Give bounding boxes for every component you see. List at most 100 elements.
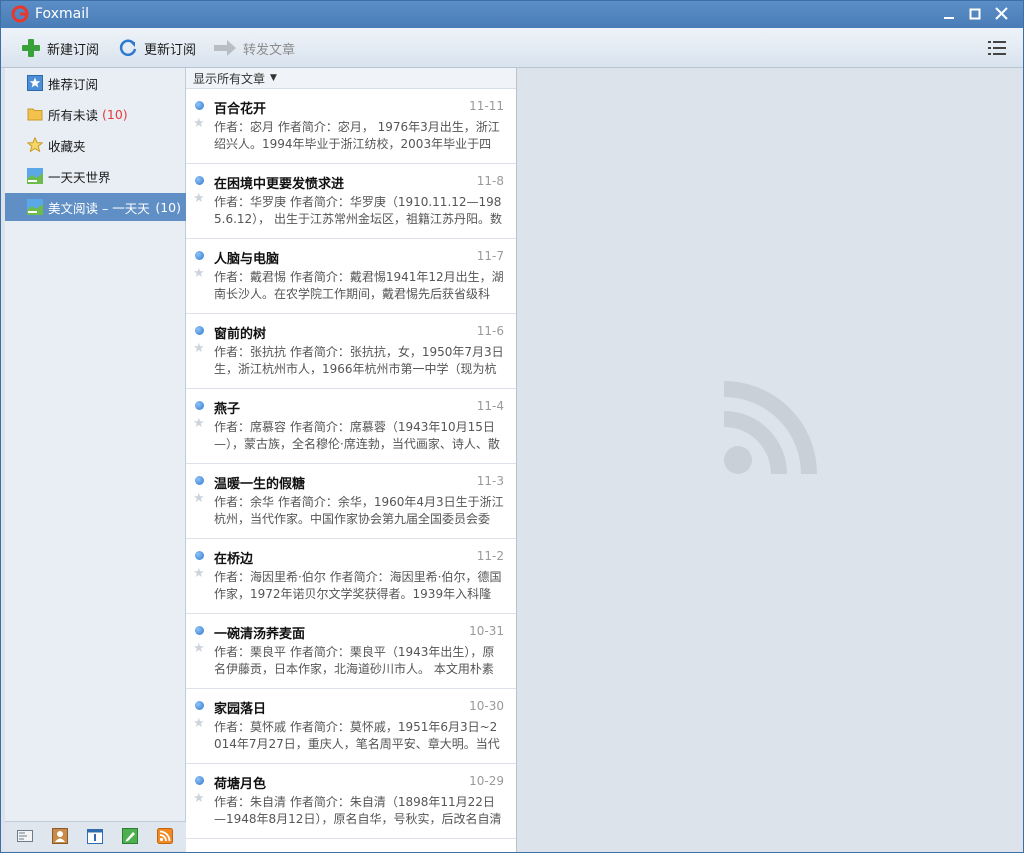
chevron-down-icon: ▼ (270, 73, 277, 83)
minimize-icon (944, 17, 954, 19)
minimize-button[interactable] (938, 5, 960, 25)
list-item[interactable]: ★ 在桥边 11-2 作者：海因里希·伯尔 作者简介：海因里希·伯尔，德国作家，… (186, 539, 516, 614)
list-item[interactable]: ★ 家园落日 10-30 作者：莫怀戚 作者简介：莫怀戚，1951年6月3日~2… (186, 689, 516, 764)
refresh-subscription-label: 更新订阅 (144, 42, 197, 58)
article-summary: 作者：席慕容 作者简介：席慕蓉（1943年10月15日—），蒙古族，全名穆伦·席… (214, 420, 500, 451)
close-button[interactable] (990, 5, 1012, 25)
sidebar-item-favorites[interactable]: 收藏夹 (5, 131, 186, 159)
article-filter-label: 显示所有文章 (193, 71, 266, 86)
calendar-icon[interactable] (87, 828, 103, 844)
new-subscription-label: 新建订阅 (47, 42, 100, 58)
sidebar-item-label: 收藏夹 (48, 138, 86, 154)
favorite-star-icon[interactable]: ★ (193, 716, 205, 731)
article-title: 燕子 (214, 402, 241, 417)
article-summary: 作者：海因里希·伯尔 作者简介：海因里希·伯尔，德国作家，1972年诺贝尔文学奖… (214, 570, 502, 601)
toolbar: 新建订阅 更新订阅 转发文章 (1, 28, 1023, 68)
sidebar-item-all-unread[interactable]: 所有未读 (10) (5, 100, 186, 128)
sidebar-item-label: 一天天世界 (48, 169, 111, 185)
close-icon (994, 7, 1008, 20)
sidebar-item-label: 美文阅读 – 一天天 (48, 200, 150, 216)
mail-icon[interactable] (17, 828, 33, 844)
article-filter-dropdown[interactable]: 显示所有文章 ▼ (186, 68, 516, 89)
feed-thumbnail-icon (27, 168, 43, 184)
article-summary: 作者：戴君惕 作者简介：戴君惕1941年12月出生，湖南长沙人。在农学院工作期间… (214, 270, 504, 301)
favorite-star-icon[interactable]: ★ (193, 416, 205, 431)
list-item[interactable]: ★ 窗前的树 11-6 作者：张抗抗 作者简介：张抗抗，女，1950年7月3日生… (186, 314, 516, 389)
sidebar-item-label: 所有未读 (48, 107, 99, 123)
unread-dot-icon (195, 701, 204, 710)
favorite-star-icon[interactable]: ★ (193, 341, 205, 356)
article-date: 11-2 (476, 549, 504, 563)
article-preview-pane (518, 68, 1023, 852)
recommended-star-icon (27, 75, 43, 91)
unread-dot-icon (195, 551, 204, 560)
favorite-star-icon[interactable]: ★ (193, 266, 205, 281)
article-date: 11-7 (476, 249, 504, 263)
foxmail-logo-icon (11, 5, 29, 23)
unread-dot-icon (195, 176, 204, 185)
article-title: 温暖一生的假糖 (214, 477, 306, 492)
folder-icon (27, 108, 43, 121)
list-item[interactable]: ★ 在困境中更要发愤求进 11-8 作者：华罗庚 作者简介：华罗庚（1910.1… (186, 164, 516, 239)
unread-dot-icon (195, 101, 204, 110)
maximize-button[interactable] (964, 5, 986, 25)
feed-thumbnail-icon (27, 199, 43, 215)
menu-list-icon[interactable] (988, 40, 1006, 56)
rss-feed-icon[interactable] (157, 828, 173, 844)
refresh-icon (119, 39, 137, 56)
notes-icon[interactable] (122, 828, 138, 844)
title-bar: Foxmail (1, 1, 1023, 28)
maximize-icon (969, 8, 981, 20)
sidebar-item-recommended[interactable]: 推荐订阅 (5, 69, 186, 97)
favorite-star-icon[interactable]: ★ (193, 191, 205, 206)
article-summary: 作者：莫怀戚 作者简介：莫怀戚，1951年6月3日~2014年7月27日，重庆人… (214, 720, 500, 751)
refresh-subscription-button[interactable]: 更新订阅 (118, 36, 196, 60)
article-list: 显示所有文章 ▼ ★ 百合花开 11-11 作者：宓月 作者简介：宓月， 197… (186, 68, 517, 852)
list-item[interactable]: ★ 燕子 11-4 作者：席慕容 作者简介：席慕蓉（1943年10月15日—），… (186, 389, 516, 464)
article-date: 10-29 (469, 774, 504, 788)
article-date: 11-4 (476, 399, 504, 413)
sidebar-item-yitiantian-world[interactable]: 一天天世界 (5, 162, 186, 190)
unread-dot-icon (195, 326, 204, 335)
article-title: 窗前的树 (214, 327, 267, 342)
list-item[interactable]: ★ 荷塘月色 10-29 作者：朱自清 作者简介：朱自清（1898年11月22日… (186, 764, 516, 839)
article-title: 人脑与电脑 (214, 252, 280, 267)
new-subscription-button[interactable]: 新建订阅 (21, 36, 99, 60)
window-title: Foxmail (35, 6, 89, 22)
unread-dot-icon (195, 401, 204, 410)
favorite-star-icon[interactable]: ★ (193, 116, 205, 131)
favorite-star-icon[interactable]: ★ (193, 566, 205, 581)
rss-watermark-icon (723, 381, 817, 475)
unread-dot-icon (195, 251, 204, 260)
subscription-sidebar: 推荐订阅 所有未读 (10) 收藏夹 一天天世界 美文阅读 – 一天天 (10) (5, 68, 186, 821)
unread-dot-icon (195, 476, 204, 485)
article-date: 11-11 (469, 99, 504, 113)
article-title: 在困境中更要发愤求进 (214, 177, 345, 192)
star-icon (27, 137, 43, 153)
article-summary: 作者：张抗抗 作者简介：张抗抗，女，1950年7月3日生，浙江杭州市人，1966… (214, 345, 504, 376)
sidebar-item-meiwen-reading[interactable]: 美文阅读 – 一天天 (10) (5, 193, 186, 221)
forward-article-button[interactable]: 转发文章 (213, 36, 295, 60)
contacts-icon[interactable] (52, 828, 68, 844)
article-date: 11-6 (476, 324, 504, 338)
favorite-star-icon[interactable]: ★ (193, 791, 205, 806)
list-item[interactable]: ★ 百合花开 11-11 作者：宓月 作者简介：宓月， 1976年3月出生，浙江… (186, 89, 516, 164)
list-item[interactable]: ★ 人脑与电脑 11-7 作者：戴君惕 作者简介：戴君惕1941年12月出生，湖… (186, 239, 516, 314)
plus-icon (22, 39, 40, 57)
unread-count-badge: (10) (102, 106, 128, 122)
forward-arrow-icon (214, 40, 236, 56)
unread-dot-icon (195, 776, 204, 785)
article-summary: 作者：宓月 作者简介：宓月， 1976年3月出生，浙江绍兴人。1994年毕业于浙… (214, 120, 500, 151)
favorite-star-icon[interactable]: ★ (193, 491, 205, 506)
article-summary: 作者：华罗庚 作者简介：华罗庚（1910.11.12—1985.6.12）， 出… (214, 195, 502, 226)
article-title: 荷塘月色 (214, 777, 267, 792)
article-summary: 作者：余华 作者简介：余华，1960年4月3日生于浙江杭州，当代作家。中国作家协… (214, 495, 504, 526)
list-item[interactable]: ★ 一碗清汤荞麦面 10-31 作者：栗良平 作者简介：栗良平（1943年出生）… (186, 614, 516, 689)
list-item[interactable]: ★ 温暖一生的假糖 11-3 作者：余华 作者简介：余华，1960年4月3日生于… (186, 464, 516, 539)
article-date: 10-31 (469, 624, 504, 638)
sidebar-item-label: 推荐订阅 (48, 76, 99, 92)
unread-dot-icon (195, 626, 204, 635)
favorite-star-icon[interactable]: ★ (193, 641, 205, 656)
article-summary: 作者：朱自清 作者简介：朱自清（1898年11月22日—1948年8月12日），… (214, 795, 502, 826)
article-title: 家园落日 (214, 702, 267, 717)
